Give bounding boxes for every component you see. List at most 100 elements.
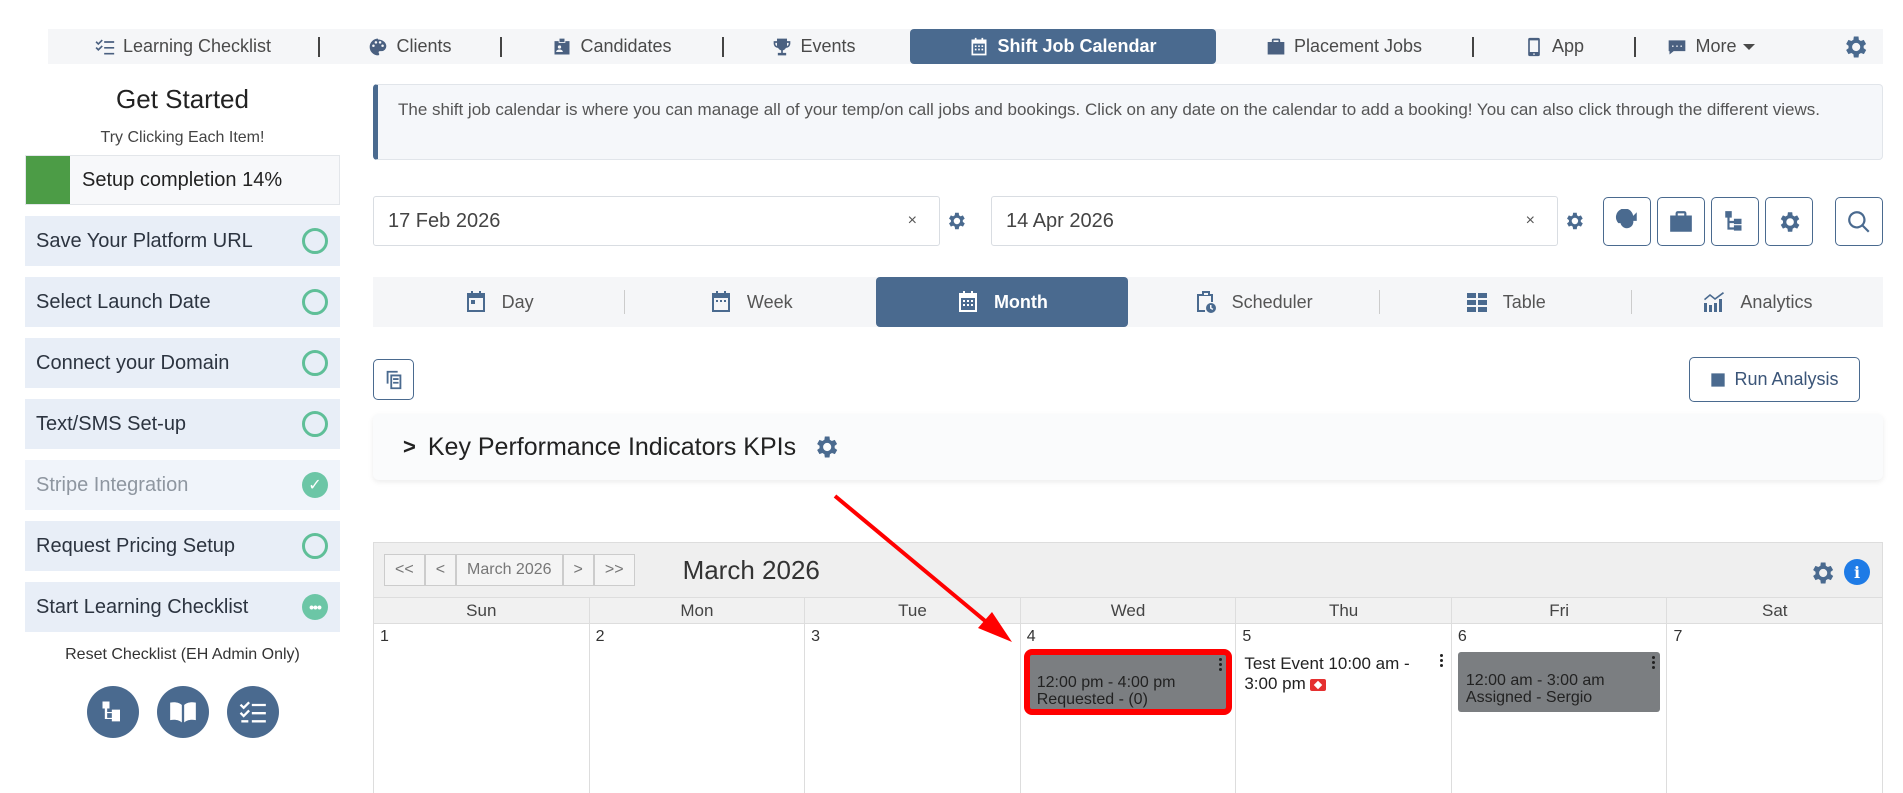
day-number: 2 <box>595 628 605 645</box>
day-cell[interactable]: 5 Test Event 10:00 am - 3:00 pm <box>1235 624 1451 793</box>
nav-events[interactable]: Events <box>724 29 904 64</box>
checklist-item-learning[interactable]: Start Learning Checklist ••• <box>25 582 340 632</box>
reset-checklist-link[interactable]: Reset Checklist (EH Admin Only) <box>25 646 340 664</box>
tab-day[interactable]: Day <box>373 277 624 327</box>
calendar-gear-icon[interactable] <box>1808 559 1836 587</box>
table-icon <box>1466 293 1487 312</box>
nav-label: App <box>1551 36 1585 56</box>
event-ticket-icon <box>1310 678 1327 691</box>
calendar-nav: << < March 2026 > >> <box>384 554 635 586</box>
checklist-button[interactable] <box>226 686 279 738</box>
next-year-button[interactable]: >> <box>593 554 635 586</box>
briefcase-icon <box>1670 210 1692 232</box>
prev-year-button[interactable]: << <box>384 554 425 586</box>
kpi-accordion[interactable]: > Key Performance Indicators KPIs <box>373 414 1883 480</box>
id-card-icon <box>554 38 570 54</box>
kpi-gear-icon[interactable] <box>812 433 840 461</box>
tab-scheduler[interactable]: Scheduler <box>1128 277 1379 327</box>
clear-start-date-icon[interactable]: × <box>908 212 917 230</box>
empty-circle-icon <box>302 350 328 376</box>
calendar-week-row: 1 2 3 4 12:00 pm - 4:00 pm Requested - (… <box>374 624 1882 793</box>
event-time: 12:00 pm - 4:00 pm <box>1036 674 1176 691</box>
kpi-title: Key Performance Indicators KPIs <box>427 432 797 461</box>
day-cell[interactable]: 6 12:00 am - 3:00 am Assigned - Sergio <box>1450 624 1667 793</box>
search-button[interactable] <box>1835 197 1883 246</box>
checklist-item-label: Text/SMS Set-up <box>36 412 187 435</box>
weekday-label: Wed <box>1019 598 1236 623</box>
start-date-gear-icon[interactable] <box>945 210 967 232</box>
day-cell[interactable]: 4 12:00 pm - 4:00 pm Requested - (0) <box>1019 624 1236 793</box>
ellipsis-circle-icon: ••• <box>302 594 328 620</box>
checklist-item-launch-date[interactable]: Select Launch Date <box>25 277 340 327</box>
checklist-item-label: Stripe Integration <box>36 473 189 496</box>
end-date-value: 14 Apr 2026 <box>1006 209 1114 232</box>
tab-week[interactable]: Week <box>625 277 876 327</box>
checklist-item-domain[interactable]: Connect your Domain <box>25 338 340 388</box>
hierarchy-button[interactable] <box>1711 197 1759 246</box>
booking-event-highlighted[interactable]: 12:00 pm - 4:00 pm Requested - (0) <box>1023 649 1233 715</box>
checklist-item-stripe[interactable]: Stripe Integration ✓ <box>25 460 340 510</box>
day-cell[interactable]: 2 <box>588 624 805 793</box>
tab-label: Day <box>501 291 534 312</box>
calendar-icon <box>971 37 987 55</box>
checklist-item-sms[interactable]: Text/SMS Set-up <box>25 399 340 449</box>
calendar-settings-button[interactable] <box>1765 197 1813 246</box>
next-month-button[interactable]: > <box>562 554 594 586</box>
nav-label: Learning Checklist <box>122 36 272 56</box>
calendar-week-icon <box>711 291 730 312</box>
info-icon[interactable]: i <box>1844 559 1870 585</box>
empty-circle-icon <box>302 411 328 437</box>
day-number: 7 <box>1673 628 1683 645</box>
tab-label: Table <box>1502 291 1546 312</box>
nav-label: Events <box>800 36 856 56</box>
end-date-input[interactable]: 14 Apr 2026 × <box>991 196 1558 246</box>
current-month-button[interactable]: March 2026 <box>456 554 563 586</box>
refresh-button[interactable] <box>1603 197 1651 246</box>
nav-shift-job-calendar[interactable]: Shift Job Calendar <box>910 29 1216 64</box>
settings-gear-icon[interactable] <box>1841 33 1869 61</box>
day-cell[interactable]: 1 <box>374 624 589 793</box>
calendar-month-icon <box>958 291 977 312</box>
checklist-item-pricing[interactable]: Request Pricing Setup <box>25 521 340 571</box>
end-date-gear-icon[interactable] <box>1563 210 1585 232</box>
kebab-menu-icon[interactable] <box>1219 658 1223 673</box>
chat-icon <box>1669 39 1686 54</box>
checklist-item-platform-url[interactable]: Save Your Platform URL <box>25 216 340 266</box>
nav-learning-checklist[interactable]: Learning Checklist <box>48 29 318 64</box>
run-analysis-button[interactable]: Run Analysis <box>1689 357 1860 402</box>
guide-book-button[interactable] <box>156 686 209 738</box>
nav-more-dropdown[interactable]: More <box>1636 29 1786 64</box>
tab-analytics[interactable]: Analytics <box>1632 277 1883 327</box>
checklist-item-label: Connect your Domain <box>36 351 230 374</box>
tab-month[interactable]: Month <box>876 277 1128 327</box>
trophy-icon <box>774 38 791 55</box>
test-event[interactable]: Test Event 10:00 am - 3:00 pm <box>1244 654 1443 694</box>
prev-month-button[interactable]: < <box>424 554 457 586</box>
clear-end-date-icon[interactable]: × <box>1526 212 1535 230</box>
top-nav: Learning Checklist Clients Candidates Ev… <box>48 29 1883 64</box>
duplicate-button[interactable] <box>373 359 414 400</box>
nav-placement-jobs[interactable]: Placement Jobs <box>1216 29 1472 64</box>
nav-label: More <box>1695 36 1737 56</box>
sidebar-round-buttons <box>25 686 340 738</box>
booking-event[interactable]: 12:00 am - 3:00 am Assigned - Sergio <box>1457 652 1661 712</box>
calendar-header: << < March 2026 > >> March 2026 i <box>374 543 1882 597</box>
weekday-label: Tue <box>804 598 1020 623</box>
day-cell[interactable]: 7 <box>1666 624 1882 793</box>
sitemap-button[interactable] <box>86 686 139 738</box>
month-calendar: << < March 2026 > >> March 2026 i Sun Mo… <box>373 542 1883 793</box>
day-cell[interactable]: 3 <box>804 624 1020 793</box>
event-status: Assigned - Sergio <box>1465 689 1593 706</box>
tab-table[interactable]: Table <box>1380 277 1631 327</box>
bar-chart-icon <box>1711 372 1726 387</box>
nav-candidates[interactable]: Candidates <box>502 29 722 64</box>
kebab-menu-icon[interactable] <box>1652 656 1656 671</box>
sitemap-icon <box>102 701 120 722</box>
weekday-label: Sun <box>466 601 497 620</box>
day-number: 5 <box>1242 628 1252 645</box>
jobs-button[interactable] <box>1657 197 1705 246</box>
start-date-input[interactable]: 17 Feb 2026 × <box>373 196 940 246</box>
nav-app[interactable]: App <box>1474 29 1634 64</box>
nav-clients[interactable]: Clients <box>320 29 500 64</box>
kebab-menu-icon[interactable] <box>1439 654 1443 669</box>
